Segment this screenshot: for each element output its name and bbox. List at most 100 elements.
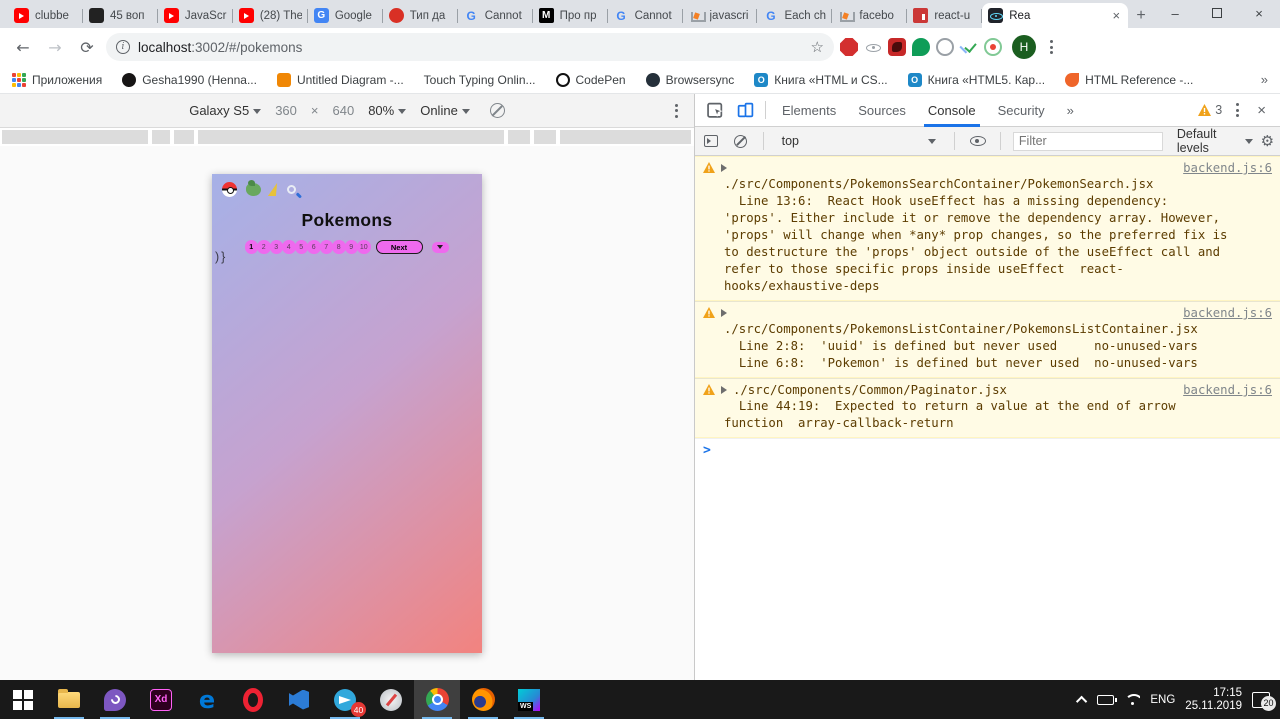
- browser-tab[interactable]: react-u: [907, 3, 983, 28]
- reload-icon[interactable]: ⟳: [74, 34, 100, 60]
- bookmark-apps[interactable]: Приложения: [12, 72, 102, 87]
- page-button[interactable]: 8: [332, 240, 346, 254]
- page-button[interactable]: 10: [357, 240, 371, 254]
- taskbar-opera[interactable]: [230, 680, 276, 719]
- checker-extension-icon[interactable]: [960, 38, 978, 56]
- window-maximize-button[interactable]: [1196, 0, 1238, 26]
- source-link[interactable]: backend.js:6: [1183, 382, 1272, 398]
- network-select[interactable]: Online: [420, 103, 470, 118]
- taskbar-viber[interactable]: [92, 680, 138, 719]
- taskbar-webstorm[interactable]: [506, 680, 552, 719]
- window-minimize-button[interactable]: –: [1154, 0, 1196, 26]
- expand-triangle-icon[interactable]: [721, 386, 727, 394]
- console-filter-input[interactable]: [1012, 131, 1163, 151]
- browser-tab[interactable]: G Cannot: [608, 3, 683, 28]
- tab-console[interactable]: Console: [918, 94, 986, 127]
- bookmark-github[interactable]: Gesha1990 (Henna...: [122, 72, 257, 87]
- expand-triangle-icon[interactable]: [721, 309, 727, 317]
- page-button[interactable]: 2: [257, 240, 271, 254]
- bulbasaur-icon[interactable]: [246, 180, 261, 196]
- taskbar-vscode[interactable]: [276, 680, 322, 719]
- bookmark-html-book[interactable]: O Книга «HTML и CS...: [754, 72, 888, 87]
- devtools-close-icon[interactable]: ×: [1249, 102, 1274, 119]
- browser-menu-icon[interactable]: [1042, 36, 1061, 58]
- source-link[interactable]: backend.js:6: [1183, 305, 1272, 321]
- tab-security[interactable]: Security: [988, 94, 1055, 127]
- back-icon[interactable]: ←: [10, 34, 36, 60]
- taskbar-edge[interactable]: e: [184, 680, 230, 719]
- notification-center-icon[interactable]: 20: [1252, 691, 1276, 711]
- browser-tab[interactable]: M Про пр: [533, 3, 608, 28]
- device-select[interactable]: Galaxy S5: [189, 103, 262, 118]
- bookmark-star-icon[interactable]: ☆: [811, 38, 824, 56]
- browser-tab[interactable]: javascri: [683, 3, 758, 28]
- lightning-icon[interactable]: [267, 183, 281, 196]
- next-page-button[interactable]: Next: [375, 240, 423, 254]
- browser-tab[interactable]: JavaScr: [158, 3, 233, 28]
- console-settings-gear-icon[interactable]: ⚙: [1261, 132, 1274, 150]
- device-toolbar-menu-icon[interactable]: [667, 100, 686, 122]
- page-dropdown-button[interactable]: [431, 241, 449, 253]
- address-bar[interactable]: i localhost:3002/#/pokemons ☆: [106, 33, 834, 61]
- page-button[interactable]: 9: [344, 240, 358, 254]
- bookmark-diagram[interactable]: Untitled Diagram -...: [276, 72, 404, 87]
- inspect-element-icon[interactable]: [701, 97, 729, 123]
- tray-chevron-up-icon[interactable]: [1076, 695, 1088, 707]
- browser-tab[interactable]: (28) The: [233, 3, 308, 28]
- profile-avatar[interactable]: H: [1012, 35, 1036, 59]
- more-tabs-icon[interactable]: »: [1057, 94, 1084, 127]
- language-indicator[interactable]: ENG: [1150, 694, 1175, 706]
- page-button[interactable]: 4: [282, 240, 296, 254]
- page-button[interactable]: 3: [269, 240, 283, 254]
- taskbar-file-explorer[interactable]: [46, 680, 92, 719]
- bookmark-codepen[interactable]: CodePen: [555, 72, 626, 87]
- browser-tab[interactable]: G Google: [308, 3, 383, 28]
- new-tab-button[interactable]: +: [1128, 3, 1154, 28]
- browser-tab[interactable]: G Each ch: [757, 3, 833, 28]
- pokeball-icon[interactable]: [222, 182, 237, 197]
- browser-tab[interactable]: Тип да: [383, 3, 458, 28]
- taskbar-firefox[interactable]: [460, 680, 506, 719]
- adblock-extension-icon[interactable]: [840, 38, 858, 56]
- chat-extension-icon[interactable]: [912, 38, 930, 56]
- tab-sources[interactable]: Sources: [848, 94, 916, 127]
- zoom-select[interactable]: 80%: [368, 103, 407, 118]
- browser-tab[interactable]: facebo: [832, 3, 908, 28]
- log-levels-select[interactable]: Default levels: [1177, 127, 1253, 155]
- page-button[interactable]: 6: [307, 240, 321, 254]
- target-extension-icon[interactable]: [984, 38, 1002, 56]
- bookmark-typing[interactable]: Touch Typing Onlin...: [424, 73, 536, 87]
- browser-tab[interactable]: G Cannot: [458, 3, 533, 28]
- bookmarks-overflow-icon[interactable]: »: [1261, 72, 1268, 87]
- javascript-context-select[interactable]: top: [776, 132, 943, 150]
- wifi-icon[interactable]: [1124, 694, 1140, 706]
- taskbar-chrome[interactable]: [414, 680, 460, 719]
- expand-triangle-icon[interactable]: [721, 164, 727, 172]
- taskbar-adobe-xd[interactable]: Xd: [138, 680, 184, 719]
- window-close-button[interactable]: ×: [1238, 0, 1280, 26]
- bookmark-browsersync[interactable]: Browsersync: [645, 72, 734, 87]
- browser-tab[interactable]: clubbe: [8, 3, 83, 28]
- create-live-expression-icon[interactable]: [967, 130, 988, 152]
- toggle-device-toolbar-icon[interactable]: [731, 97, 759, 123]
- page-info-icon[interactable]: i: [116, 40, 130, 54]
- search-icon[interactable]: [287, 185, 296, 194]
- taskbar-safari[interactable]: [368, 680, 414, 719]
- tab-elements[interactable]: Elements: [772, 94, 846, 127]
- console-prompt[interactable]: >: [695, 438, 1280, 462]
- media-query-bar[interactable]: [0, 128, 694, 146]
- browser-tab-active[interactable]: Rea ×: [982, 3, 1129, 28]
- clear-console-icon[interactable]: [730, 130, 751, 152]
- taskbar-telegram[interactable]: 40: [322, 680, 368, 719]
- devtools-menu-icon[interactable]: [1228, 99, 1247, 121]
- viewport-height[interactable]: 640: [332, 103, 354, 118]
- tab-close-icon[interactable]: ×: [1111, 8, 1123, 23]
- start-button[interactable]: [0, 680, 46, 719]
- timer-extension-icon[interactable]: [936, 38, 954, 56]
- browser-tab[interactable]: 45 воп: [83, 3, 158, 28]
- page-button[interactable]: 1: [244, 240, 258, 254]
- forward-icon[interactable]: →: [42, 34, 68, 60]
- rotate-device-icon[interactable]: [489, 103, 505, 118]
- clock[interactable]: 17:15 25.11.2019: [1185, 687, 1242, 713]
- bookmark-html-reference[interactable]: HTML Reference -...: [1065, 72, 1193, 87]
